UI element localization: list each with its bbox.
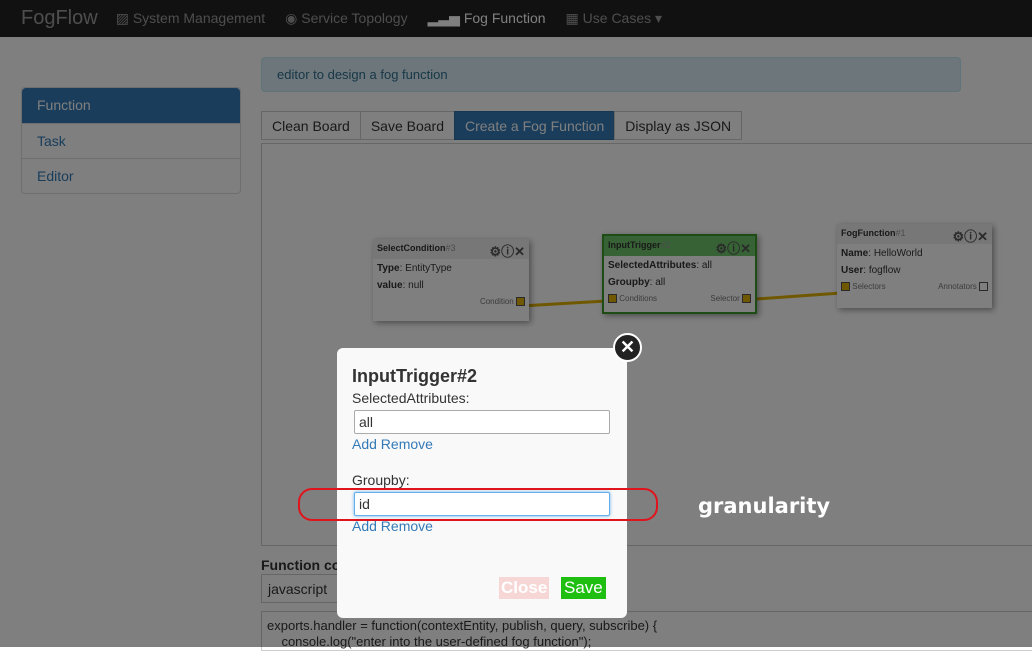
node-edit-dialog: InputTrigger#2 SelectedAttributes: all A… [337,348,627,618]
selected-attributes-input[interactable]: all [354,410,610,434]
highlight-ellipse [298,488,658,521]
selected-attributes-label: SelectedAttributes: [352,390,470,406]
add-remove-links[interactable]: Add Remove [352,436,433,452]
close-button[interactable]: Close [499,577,550,599]
close-icon[interactable]: ✕ [613,333,642,362]
annotation-label: granularity [698,494,831,518]
dialog-title: InputTrigger#2 [352,366,478,386]
save-button[interactable]: Save [561,577,606,599]
groupby-label: Groupby: [352,472,410,488]
